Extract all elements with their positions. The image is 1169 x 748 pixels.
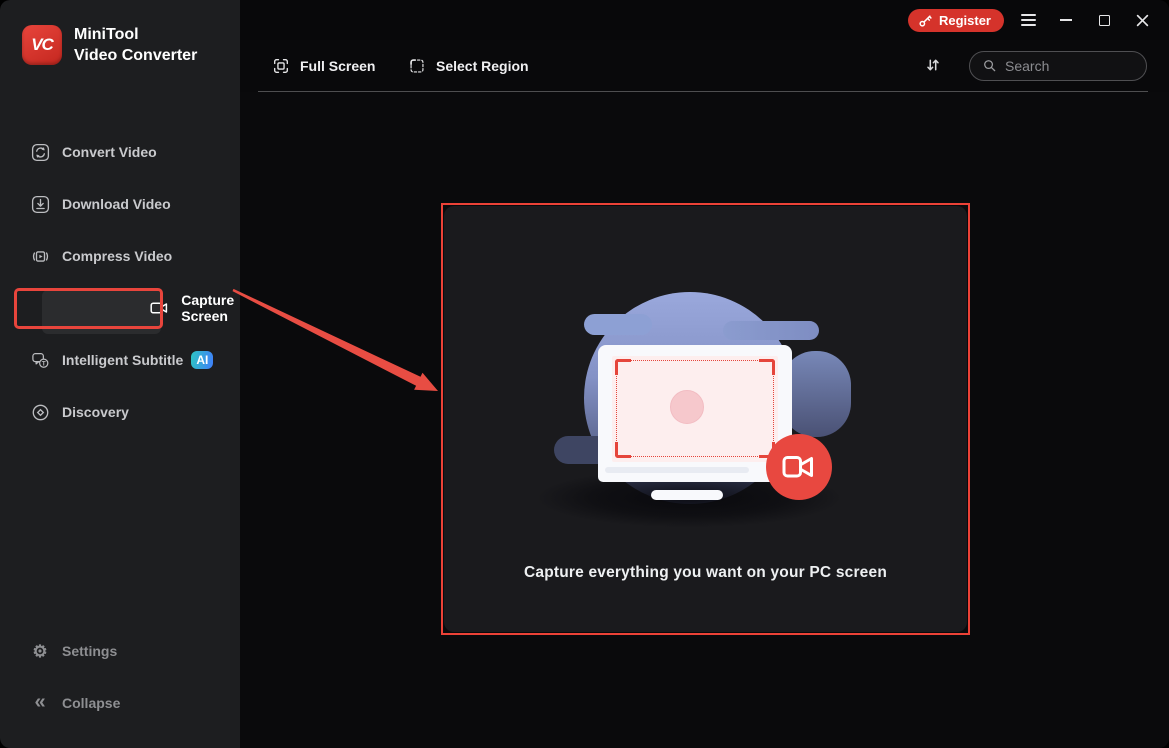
capture-panel[interactable]: Capture everything you want on your PC s… <box>444 206 967 632</box>
capture-corner-icon <box>615 359 631 375</box>
sidebar-item-label: Discovery <box>62 404 129 420</box>
sidebar-item-capture-screen[interactable]: Capture Screen <box>0 282 240 334</box>
hamburger-icon <box>1020 14 1036 26</box>
sidebar-item-label: Collapse <box>62 695 121 711</box>
maximize-button[interactable] <box>1090 6 1118 34</box>
sidebar-item-settings[interactable]: ⚙ Settings <box>0 625 240 677</box>
app-title-line2: Video Converter <box>74 47 198 64</box>
illustration-blob-pill-left <box>584 314 652 335</box>
capture-area-highlight: Capture everything you want on your PC s… <box>441 203 970 635</box>
capture-corner-icon <box>615 442 631 458</box>
laptop-illustration <box>598 345 792 482</box>
sidebar-item-label: Compress Video <box>62 248 173 264</box>
app-title-line1: MiniTool <box>74 26 139 43</box>
sidebar-item-intelligent-subtitle[interactable]: T Intelligent Subtitle AI <box>0 334 240 386</box>
full-screen-button[interactable]: Full Screen <box>272 40 375 92</box>
close-icon <box>1136 14 1149 27</box>
discovery-icon <box>30 402 50 422</box>
sort-icon <box>924 56 942 74</box>
subtitle-icon: T <box>30 350 50 370</box>
search-box[interactable] <box>969 51 1147 81</box>
capture-caption: Capture everything you want on your PC s… <box>524 564 887 581</box>
topbar: Full Screen Select Region <box>240 40 1169 92</box>
sidebar-item-label: Convert Video <box>62 144 157 160</box>
sidebar-item-label: Capture Screen <box>181 292 235 324</box>
illustration-blob-arm-right <box>723 321 819 340</box>
main-content: Capture everything you want on your PC s… <box>240 92 1169 748</box>
sort-button[interactable] <box>919 51 947 79</box>
svg-text:T: T <box>41 360 45 367</box>
close-button[interactable] <box>1128 6 1156 34</box>
select-region-icon <box>408 57 426 75</box>
video-camera-icon <box>781 454 817 480</box>
sidebar-item-label: Settings <box>62 643 118 659</box>
capture-icon <box>149 298 169 318</box>
sidebar-item-label: Intelligent Subtitle <box>62 352 184 368</box>
record-camera-button <box>766 434 832 500</box>
sidebar-item-convert-video[interactable]: Convert Video <box>0 126 240 178</box>
capture-corner-icon <box>759 359 775 375</box>
sidebar-item-collapse[interactable]: « Collapse <box>0 677 240 729</box>
ai-badge: AI <box>191 351 214 369</box>
maximize-icon <box>1098 14 1110 26</box>
active-item-background <box>42 290 162 334</box>
sidebar: VC MiniTool Video Converter Convert Vide… <box>0 0 240 748</box>
app-title: MiniTool Video Converter <box>74 24 197 66</box>
app-logo-icon: VC <box>22 25 62 65</box>
sidebar-item-download-video[interactable]: Download Video <box>0 178 240 230</box>
compress-icon <box>30 246 50 266</box>
minimize-icon <box>1060 19 1072 21</box>
titlebar: Register <box>240 0 1169 40</box>
app-window: VC MiniTool Video Converter Convert Vide… <box>0 0 1169 748</box>
sidebar-footer: ⚙ Settings « Collapse <box>0 625 240 729</box>
convert-icon <box>30 142 50 162</box>
record-dot <box>670 390 704 424</box>
sidebar-item-discovery[interactable]: Discovery <box>0 386 240 438</box>
select-region-button[interactable]: Select Region <box>408 40 529 92</box>
register-label: Register <box>938 12 991 28</box>
brand: VC MiniTool Video Converter <box>22 24 197 66</box>
key-icon <box>918 13 933 28</box>
laptop-base-strip <box>605 467 749 473</box>
menu-button[interactable] <box>1014 6 1042 34</box>
sidebar-item-compress-video[interactable]: Compress Video <box>0 230 240 282</box>
full-screen-label: Full Screen <box>300 58 376 74</box>
gear-icon: ⚙ <box>32 641 48 661</box>
select-region-label: Select Region <box>436 58 529 74</box>
search-input[interactable] <box>1005 58 1136 74</box>
search-icon <box>982 58 998 74</box>
fullscreen-icon <box>272 57 290 75</box>
collapse-icon: « <box>34 690 46 713</box>
register-button[interactable]: Register <box>907 8 1004 32</box>
download-icon <box>30 194 50 214</box>
minimize-button[interactable] <box>1052 6 1080 34</box>
laptop-stand <box>651 490 723 500</box>
sidebar-nav: Convert Video Download Video Compress Vi… <box>0 126 240 438</box>
sidebar-item-label: Download Video <box>62 196 171 212</box>
laptop-screen <box>612 356 778 462</box>
